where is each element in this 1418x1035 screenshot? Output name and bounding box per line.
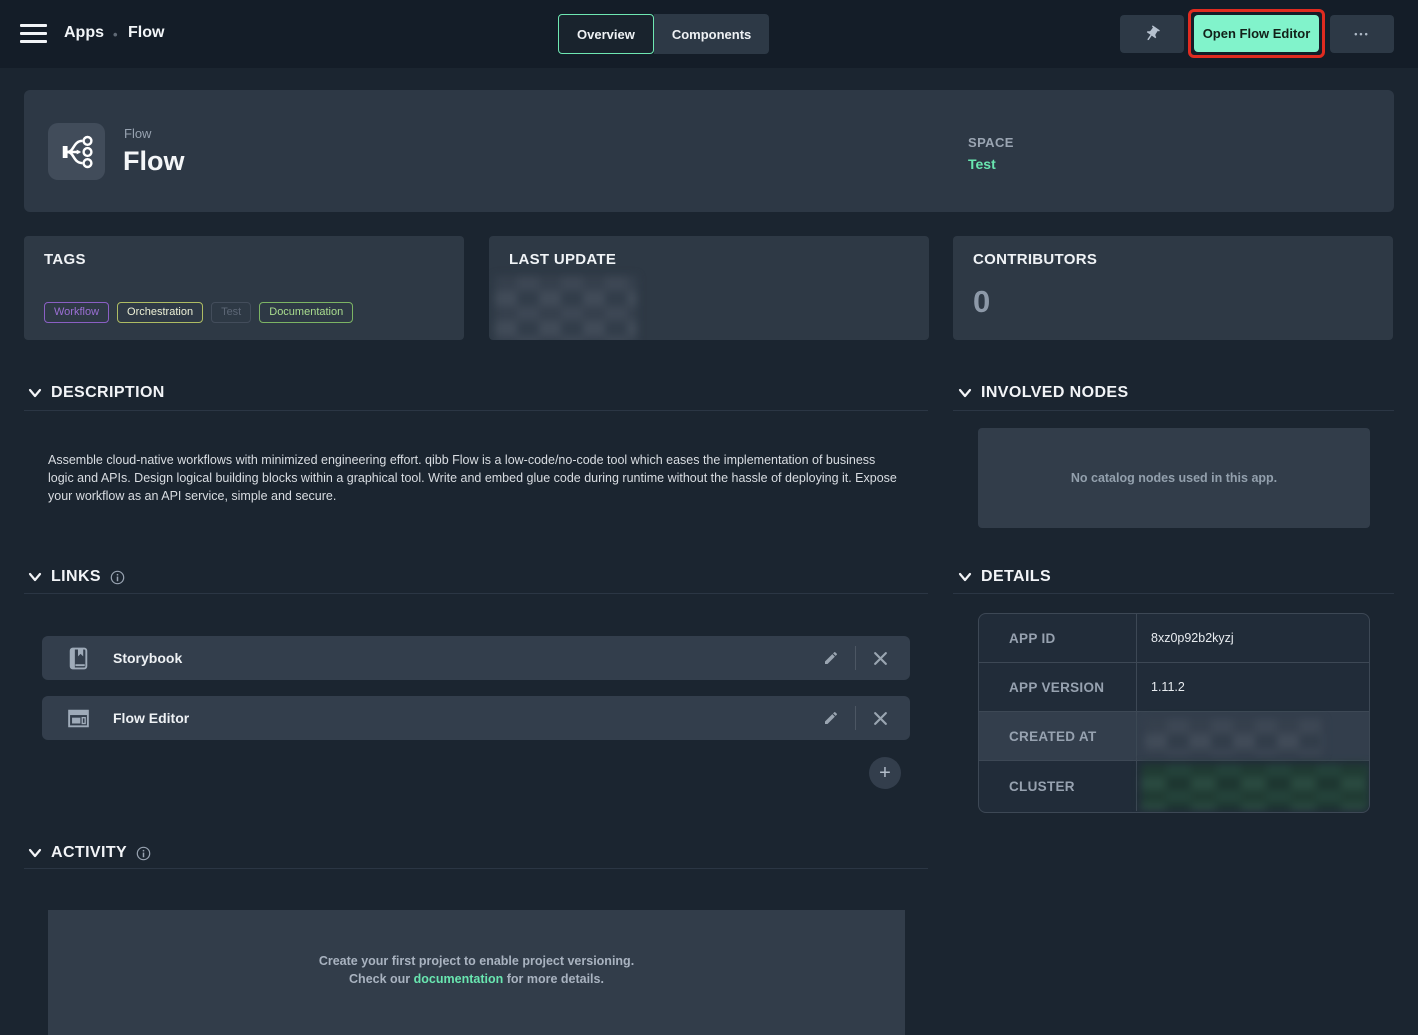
contributors-count: 0 xyxy=(973,284,990,320)
chevron-down-icon[interactable] xyxy=(28,571,42,583)
more-options-button[interactable]: ••• xyxy=(1330,15,1394,53)
view-tabs: Overview Components xyxy=(558,14,769,54)
details-section-header: DETAILS xyxy=(958,566,1051,588)
tag-chip-orchestration[interactable]: Orchestration xyxy=(117,302,203,323)
chevron-down-icon[interactable] xyxy=(958,387,972,399)
edit-link-icon[interactable] xyxy=(819,706,843,730)
description-text: Assemble cloud-native workflows with min… xyxy=(48,451,904,505)
row-label: APP ID xyxy=(979,631,1136,646)
last-update-title: LAST UPDATE xyxy=(509,251,616,268)
space-label: SPACE xyxy=(968,135,1014,150)
pushpin-icon xyxy=(1139,21,1164,46)
tab-overview[interactable]: Overview xyxy=(558,14,654,54)
app-title: Flow xyxy=(123,146,185,177)
app-header-card: Flow Flow SPACE Test xyxy=(24,90,1394,212)
link-label: Storybook xyxy=(113,650,182,666)
info-icon[interactable] xyxy=(136,846,151,861)
last-update-redacted-value xyxy=(495,276,637,340)
chevron-down-icon[interactable] xyxy=(958,571,972,583)
table-row-app-id: APP ID 8xz0p92b2kyzj xyxy=(979,614,1369,663)
row-value xyxy=(1136,761,1369,811)
tags-card: TAGS Workflow Orchestration Test Documen… xyxy=(24,236,464,340)
description-section-header: DESCRIPTION xyxy=(28,382,165,404)
flow-app-icon xyxy=(48,123,105,180)
ellipsis-icon: ••• xyxy=(1354,29,1369,39)
open-flow-editor-button[interactable]: Open Flow Editor xyxy=(1194,15,1319,52)
divider xyxy=(855,706,856,730)
involved-nodes-section-header: INVOLVED NODES xyxy=(958,382,1129,404)
link-label: Flow Editor xyxy=(113,710,189,726)
documentation-link[interactable]: documentation xyxy=(414,972,504,986)
links-title: LINKS xyxy=(51,568,101,586)
tab-components[interactable]: Components xyxy=(654,14,769,54)
involved-nodes-empty-message: No catalog nodes used in this app. xyxy=(1071,471,1277,485)
contributors-card: CONTRIBUTORS 0 xyxy=(953,236,1393,340)
table-row-created-at: CREATED AT xyxy=(979,712,1369,761)
info-icon[interactable] xyxy=(110,570,125,585)
link-row-flow-editor[interactable]: Flow Editor xyxy=(42,696,910,740)
chevron-down-icon[interactable] xyxy=(28,387,42,399)
remove-link-icon[interactable] xyxy=(868,706,892,730)
row-label: APP VERSION xyxy=(979,680,1136,695)
table-row-cluster: CLUSTER xyxy=(979,761,1369,811)
involved-nodes-title: INVOLVED NODES xyxy=(981,384,1129,402)
last-update-card: LAST UPDATE xyxy=(489,236,929,340)
hamburger-menu-icon[interactable] xyxy=(20,24,47,44)
tag-chip-documentation[interactable]: Documentation xyxy=(259,302,353,323)
row-value: 8xz0p92b2kyzj xyxy=(1136,614,1369,662)
row-value: 1.11.2 xyxy=(1136,663,1369,711)
app-type-label: Flow xyxy=(124,126,151,141)
tag-chip-row: Workflow Orchestration Test Documentatio… xyxy=(44,302,353,323)
link-row-storybook[interactable]: Storybook xyxy=(42,636,910,680)
pin-button[interactable] xyxy=(1120,15,1184,53)
contributors-title: CONTRIBUTORS xyxy=(973,251,1097,268)
topbar: Apps • Flow Overview Components Open Flo… xyxy=(0,0,1418,68)
breadcrumb-separator: • xyxy=(113,27,118,42)
activity-message-line1: Create your first project to enable proj… xyxy=(319,954,634,968)
created-at-redacted-value xyxy=(1145,719,1323,755)
table-row-app-version: APP VERSION 1.11.2 xyxy=(979,663,1369,712)
tag-chip-workflow[interactable]: Workflow xyxy=(44,302,109,323)
space-link[interactable]: Test xyxy=(968,156,1014,172)
details-table: APP ID 8xz0p92b2kyzj APP VERSION 1.11.2 … xyxy=(978,613,1370,813)
annotation-highlight-box: Open Flow Editor xyxy=(1188,9,1325,58)
chevron-down-icon[interactable] xyxy=(28,847,42,859)
activity-title: ACTIVITY xyxy=(51,844,127,862)
breadcrumb-current: Flow xyxy=(128,24,164,42)
activity-section-header: ACTIVITY xyxy=(28,842,151,864)
cluster-redacted-value xyxy=(1141,764,1369,810)
breadcrumb-apps[interactable]: Apps xyxy=(64,24,104,42)
tag-chip-test[interactable]: Test xyxy=(211,302,251,323)
add-link-button[interactable]: + xyxy=(869,757,901,789)
remove-link-icon[interactable] xyxy=(868,646,892,670)
activity-empty-card: Create your first project to enable proj… xyxy=(48,910,905,1035)
divider xyxy=(855,646,856,670)
details-title: DETAILS xyxy=(981,568,1051,586)
links-section-header: LINKS xyxy=(28,566,125,588)
description-title: DESCRIPTION xyxy=(51,384,165,402)
activity-message-line2: Check our documentation for more details… xyxy=(349,972,604,986)
row-label: CLUSTER xyxy=(979,779,1136,794)
window-icon xyxy=(66,706,91,731)
row-value xyxy=(1136,712,1369,760)
involved-nodes-empty-card: No catalog nodes used in this app. xyxy=(978,428,1370,528)
row-label: CREATED AT xyxy=(979,729,1136,744)
tags-card-title: TAGS xyxy=(44,251,86,268)
book-icon xyxy=(66,646,91,671)
qibb-app-overview-page: Apps • Flow Overview Components Open Flo… xyxy=(0,0,1418,1035)
edit-link-icon[interactable] xyxy=(819,646,843,670)
